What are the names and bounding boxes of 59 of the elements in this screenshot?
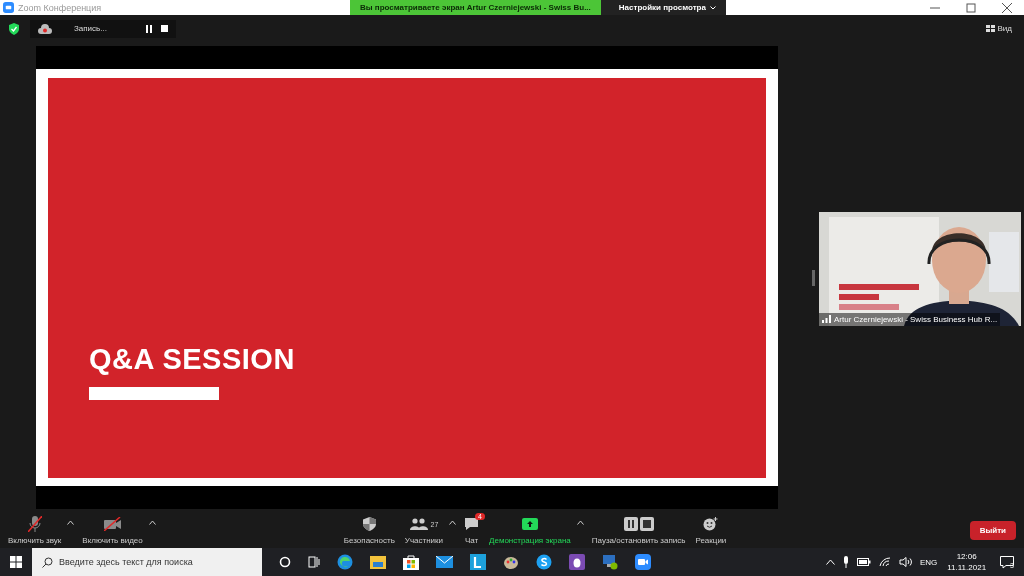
grid-icon (985, 24, 995, 33)
view-button[interactable]: Вид (979, 23, 1018, 34)
security-toolbar-button[interactable]: Безопасность (341, 516, 397, 545)
notification-icon[interactable] (1000, 555, 1015, 569)
leave-button[interactable]: Выйти (969, 521, 1016, 540)
wifi-icon[interactable] (878, 557, 891, 567)
cloud-icon (38, 23, 52, 34)
browser-icon[interactable] (337, 554, 353, 570)
palette-icon[interactable] (503, 554, 519, 570)
caret-icon[interactable] (67, 520, 75, 525)
maximize-icon[interactable] (966, 2, 976, 13)
time-text: 12:06 (956, 552, 977, 561)
caret-icon[interactable] (576, 520, 584, 525)
pause-stop-icon (623, 517, 654, 531)
video-off-icon (103, 517, 122, 531)
letter-tile-icon[interactable] (470, 554, 486, 570)
battery-icon[interactable] (856, 558, 871, 566)
signal-icon (822, 315, 831, 323)
caret-icon[interactable] (449, 520, 456, 525)
windows-start-icon[interactable] (10, 556, 22, 568)
egg-app-icon[interactable] (569, 554, 585, 570)
mic-toolbar-button[interactable]: Включить звук (6, 516, 64, 545)
cortana-circle-icon[interactable] (279, 556, 291, 568)
sharing-banner: Вы просматриваете экран Artur Czerniejewski - Swiss Bu... (350, 0, 601, 15)
shopping-bag-icon[interactable] (403, 554, 419, 570)
folder-icon[interactable] (370, 555, 386, 569)
task-view-icon[interactable] (308, 556, 320, 568)
recording-status: Запись... (74, 24, 107, 33)
reactions-toolbar-button[interactable]: Реакции (693, 516, 729, 545)
close-icon[interactable] (1002, 2, 1012, 13)
envelope-icon[interactable] (436, 556, 453, 568)
chat-icon (464, 517, 479, 531)
computer-icon[interactable] (602, 554, 618, 570)
microphone-icon[interactable] (842, 556, 849, 568)
share-screen-icon (521, 518, 538, 530)
slide-title: Q&A SESSION (89, 343, 296, 376)
people-icon (409, 518, 428, 530)
search-icon (42, 557, 53, 568)
video-toolbar-button[interactable]: Включить видео (80, 516, 145, 545)
shield-icon[interactable] (8, 22, 20, 35)
search-field[interactable]: Введите здесь текст для поиска (32, 548, 262, 576)
share-toolbar-button[interactable]: Демонстрация экрана (487, 516, 573, 545)
caret-icon[interactable] (148, 520, 156, 525)
chevron-up-icon[interactable] (825, 559, 835, 565)
muted-microphone-icon (27, 516, 42, 532)
record-toolbar-button[interactable]: Пауза/остановить запись (589, 516, 688, 545)
pause-icon[interactable] (145, 24, 153, 33)
participant-name: Artur Czerniejewski - Swiss Business Hub R... (834, 314, 998, 324)
smiley-icon (703, 517, 719, 531)
skype-icon[interactable] (536, 554, 552, 570)
window-title: Zoom Конференция (18, 2, 102, 13)
speaker-icon[interactable] (898, 557, 912, 567)
zoom-app-icon[interactable] (635, 554, 651, 570)
view-settings-button[interactable]: Настройки просмотра (600, 0, 726, 15)
shield-icon (362, 517, 376, 531)
chevron-down-icon (709, 5, 716, 10)
date-text: 11.11.2021 (947, 563, 987, 572)
language-indicator[interactable]: ENG (919, 557, 938, 567)
clock[interactable]: 12:06 11.11.2021 (947, 552, 987, 572)
